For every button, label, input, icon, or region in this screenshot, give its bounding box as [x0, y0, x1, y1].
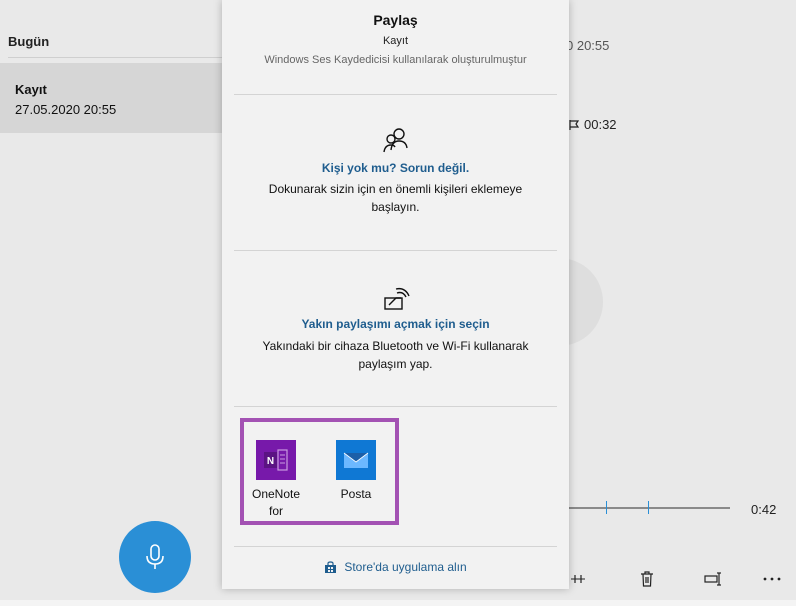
- end-time: 0:42: [751, 502, 777, 517]
- share-app-mail[interactable]: Posta: [326, 440, 386, 503]
- playback-timeline[interactable]: [568, 507, 730, 509]
- trim-button[interactable]: [568, 568, 588, 590]
- nearby-share-icon: [384, 287, 410, 310]
- store-icon: [325, 560, 337, 573]
- marker-duration: 00:32: [568, 117, 617, 132]
- share-app-label: OneNote for Windows 10: [251, 487, 301, 518]
- timeline-marker[interactable]: [606, 501, 607, 514]
- microphone-icon: [146, 544, 164, 569]
- bottom-toolbar: [566, 568, 796, 590]
- divider: [234, 94, 557, 95]
- store-link-text: Store'da uygulama alın: [344, 560, 467, 574]
- share-app-onenote[interactable]: N OneNote for Windows 10: [246, 440, 306, 520]
- nearby-share-text: Yakındaki bir cihaza Bluetooth ve Wi-Fi …: [262, 339, 529, 371]
- onenote-icon: N: [256, 440, 296, 480]
- marker-duration-text: 00:32: [584, 117, 617, 132]
- people-link[interactable]: Kişi yok mu? Sorun değil.: [222, 161, 569, 175]
- share-app-label: Posta: [340, 487, 372, 501]
- divider: [234, 546, 557, 547]
- recording-date: 27.05.2020 20:55: [15, 102, 117, 117]
- people-text: Dokunarak sizin için en önemli kişileri …: [268, 182, 523, 214]
- rename-icon: [704, 572, 721, 586]
- svg-text:N: N: [267, 456, 274, 467]
- more-icon: [763, 577, 781, 581]
- delete-button[interactable]: [636, 568, 658, 590]
- trash-icon: [641, 571, 653, 587]
- get-apps-in-store-link[interactable]: Store'da uygulama alın: [222, 560, 569, 574]
- share-title: Paylaş: [373, 12, 418, 28]
- nearby-share-link[interactable]: Yakın paylaşımı açmak için seçin: [222, 317, 569, 331]
- divider: [234, 250, 557, 251]
- share-flyout: Paylaş Kayıt Windows Ses Kaydedicisi kul…: [222, 0, 569, 589]
- mail-icon: [336, 440, 376, 480]
- timeline-marker[interactable]: [648, 501, 649, 514]
- rename-button[interactable]: [702, 568, 724, 590]
- share-apps-highlight: N OneNote for Windows 10 Posta: [240, 418, 399, 525]
- more-options-button[interactable]: [760, 568, 784, 590]
- detail-date-partial: 0 20:55: [566, 38, 610, 53]
- record-button[interactable]: [119, 521, 191, 593]
- share-description: Windows Ses Kaydedicisi kullanılarak olu…: [264, 54, 527, 66]
- people-icon: [383, 128, 408, 153]
- flag-icon: [569, 119, 580, 130]
- recording-title: Kayıt: [15, 82, 47, 97]
- share-subtitle: Kayıt: [382, 35, 409, 47]
- recordings-list-pane: Bugün Kayıt 27.05.2020 20:55: [0, 0, 222, 606]
- divider: [234, 406, 557, 407]
- trim-icon: [571, 575, 585, 583]
- window-bottom-edge: [0, 600, 796, 606]
- section-divider: [8, 57, 222, 58]
- recording-list-item[interactable]: Kayıt 27.05.2020 20:55: [0, 63, 222, 133]
- section-header-today: Bugün: [8, 34, 50, 49]
